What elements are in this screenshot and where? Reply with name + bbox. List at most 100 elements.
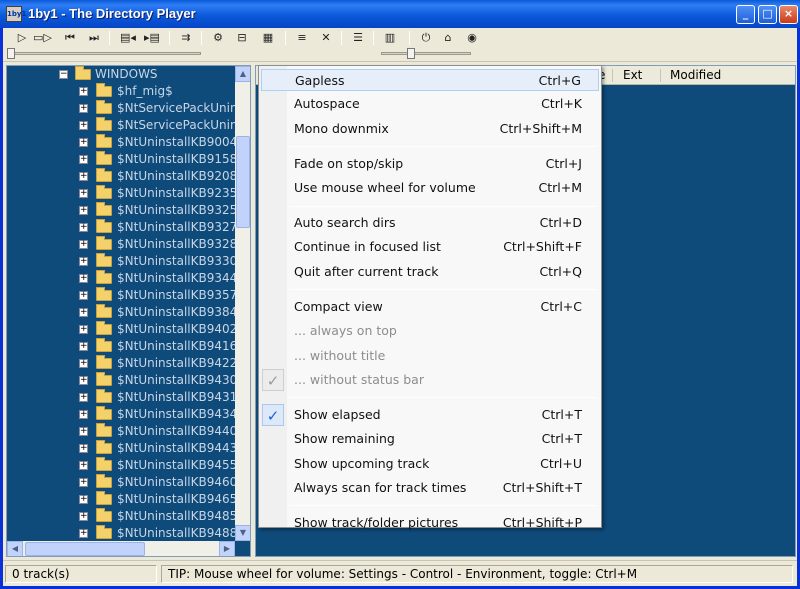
horizontal-scrollbar-thumb[interactable] [25,542,145,556]
minimize-button[interactable]: _ [736,5,755,24]
expand-icon[interactable]: + [79,376,88,385]
pause-icon[interactable]: ▭▷ [33,30,52,46]
expand-icon[interactable]: + [79,155,88,164]
position-slider-track[interactable] [11,52,201,55]
menu-item-fade-on-stop-skip[interactable]: Fade on stop/skip Ctrl+J [261,153,599,175]
tree-item[interactable]: + $NtUninstallKB942288 [7,355,250,372]
menu-item-always-scan-for-track-times[interactable]: Always scan for track times Ctrl+Shift+T [261,477,599,499]
next-icon[interactable]: ⏭ [85,30,103,46]
folder-tree[interactable]: − WINDOWS + $hf_mig$ + $NtServicePackUninst… [6,65,251,557]
shuffle-icon[interactable]: ✕ [317,30,335,46]
tree-item[interactable]: + $NtUninstallKB944338 [7,440,250,457]
settings-icon[interactable]: ⚙ [209,30,227,46]
scroll-up-button[interactable]: ▲ [235,66,250,82]
tree-horizontal-scrollbar[interactable]: ◀ ▶ [7,541,235,556]
menu-item-gapless[interactable]: Gapless Ctrl+G [261,69,599,91]
expand-icon[interactable]: + [79,461,88,470]
tree-item[interactable]: + $hf_mig$ [7,83,235,100]
expand-icon[interactable]: + [79,325,88,334]
menu-item-continue-in-focused-list[interactable]: Continue in focused list Ctrl+Shift+F [261,236,599,258]
column-divider[interactable] [660,69,661,82]
tree-vertical-scrollbar[interactable]: ▲ ▼ [235,66,250,541]
tree-item[interactable]: + $NtUninstallKB945553 [7,457,250,474]
tree-item[interactable]: + $NtUninstallKB938464 [7,304,250,321]
menu-item-show-upcoming-track[interactable]: Show upcoming track Ctrl+U [261,453,599,475]
menu-item-autospace[interactable]: Autospace Ctrl+K [261,93,599,115]
tree-item[interactable]: + $NtServicePackUninst [7,117,249,134]
expand-icon[interactable]: + [79,206,88,215]
title-bar[interactable]: 1by1 1by1 - The Directory Player _ □ × [0,0,800,28]
expand-icon[interactable]: + [79,138,88,147]
expand-icon[interactable]: + [79,393,88,402]
tree-item[interactable]: + $NtUninstallKB948881 [7,525,250,542]
expand-icon[interactable]: + [79,257,88,266]
tree-item[interactable]: + $NtUninstallKB932590 [7,202,250,219]
tree-item[interactable]: + $NtUninstallKB943198 [7,389,250,406]
expand-icon[interactable]: + [79,308,88,317]
expand-icon[interactable]: + [79,172,88,181]
expand-icon[interactable]: + [79,529,88,538]
column-ext[interactable]: Ext [623,68,642,82]
disc-icon[interactable]: ◉ [463,30,481,46]
expand-icon[interactable]: + [79,478,88,487]
expand-icon[interactable]: + [79,342,88,351]
column-divider[interactable] [612,69,613,82]
skip-icon[interactable]: ⇉ [177,30,195,46]
expand-icon[interactable]: + [79,240,88,249]
tree-item[interactable]: + $NtServicePackUninst [7,100,249,117]
tree-item[interactable]: + $NtUninstallKB932716 [7,219,250,236]
tree-item[interactable]: + $NtUninstallKB943055 [7,372,250,389]
tree-item[interactable]: + $NtUninstallKB935708 [7,287,250,304]
tree-item[interactable]: + $NtUninstallKB933062 [7,253,250,270]
scrollbar-thumb[interactable] [236,136,250,228]
tree-item[interactable]: + $NtUninstallKB923561 [7,185,250,202]
tree-item[interactable]: + $NtUninstallKB900485 [7,134,250,151]
tree-item[interactable]: + $NtUninstallKB915865 [7,151,250,168]
collapse-icon[interactable]: − [59,70,68,79]
scroll-right-button[interactable]: ▶ [219,541,235,556]
tree-item[interactable]: + $NtUninstallKB948590 [7,508,250,525]
tree-item[interactable]: + $NtUninstallKB920872 [7,168,250,185]
menu-item-show-track-folder-pictures[interactable]: Show track/folder pictures Ctrl+Shift+P [261,512,599,534]
maximize-button[interactable]: □ [758,5,777,24]
menu-item-quit-after-current-track[interactable]: Quit after current track Ctrl+Q [261,261,599,283]
tree-item[interactable]: + $NtUninstallKB946026 [7,474,250,491]
volume-slider-track[interactable] [381,52,471,55]
play-icon[interactable]: ▷ [13,30,31,46]
power-icon[interactable]: ⏻ [417,30,435,46]
align-icon[interactable]: ☰ [349,30,367,46]
scroll-down-button[interactable]: ▼ [235,525,250,541]
expand-icon[interactable]: + [79,512,88,521]
expand-icon[interactable]: + [79,223,88,232]
column-modified[interactable]: Modified [670,68,721,82]
home-icon[interactable]: ⌂ [439,30,457,46]
position-slider-thumb[interactable] [7,48,15,59]
expand-icon[interactable]: + [79,359,88,368]
tree-item[interactable]: + $NtUninstallKB934428 [7,270,250,287]
expand-icon[interactable]: + [79,87,88,96]
repeat-icon[interactable]: ≡ [293,30,311,46]
expand-icon[interactable]: + [79,104,88,113]
folder-prev-icon[interactable]: ▤◂ [119,30,137,46]
expand-icon[interactable]: + [79,274,88,283]
volume-slider-thumb[interactable] [407,48,415,59]
tree-item[interactable]: + $NtUninstallKB932823 [7,236,250,253]
expand-icon[interactable]: + [79,427,88,436]
menu-item-show-remaining[interactable]: Show remaining Ctrl+T [261,428,599,450]
expand-icon[interactable]: + [79,410,88,419]
menu-item-use-mouse-wheel-for-volume[interactable]: Use mouse wheel for volume Ctrl+M [261,177,599,199]
tree-item[interactable]: + $NtUninstallKB941644 [7,338,250,355]
expand-icon[interactable]: + [79,291,88,300]
expand-icon[interactable]: + [79,495,88,504]
prev-icon[interactable]: ⏮ [61,30,79,46]
tree-item[interactable]: + $NtUninstallKB943485 [7,406,250,423]
expand-icon[interactable]: + [79,121,88,130]
doc-icon[interactable]: ▦ [259,30,277,46]
tree-root-row[interactable]: − WINDOWS [7,66,235,83]
menu-item-auto-search-dirs[interactable]: Auto search dirs Ctrl+D [261,212,599,234]
scroll-left-button[interactable]: ◀ [7,541,23,556]
expand-icon[interactable]: + [79,189,88,198]
close-button[interactable]: × [779,5,798,24]
menu-item-compact-view[interactable]: Compact view Ctrl+C [261,296,599,318]
menu-item-show-elapsed[interactable]: ✓ Show elapsed Ctrl+T [261,403,599,426]
